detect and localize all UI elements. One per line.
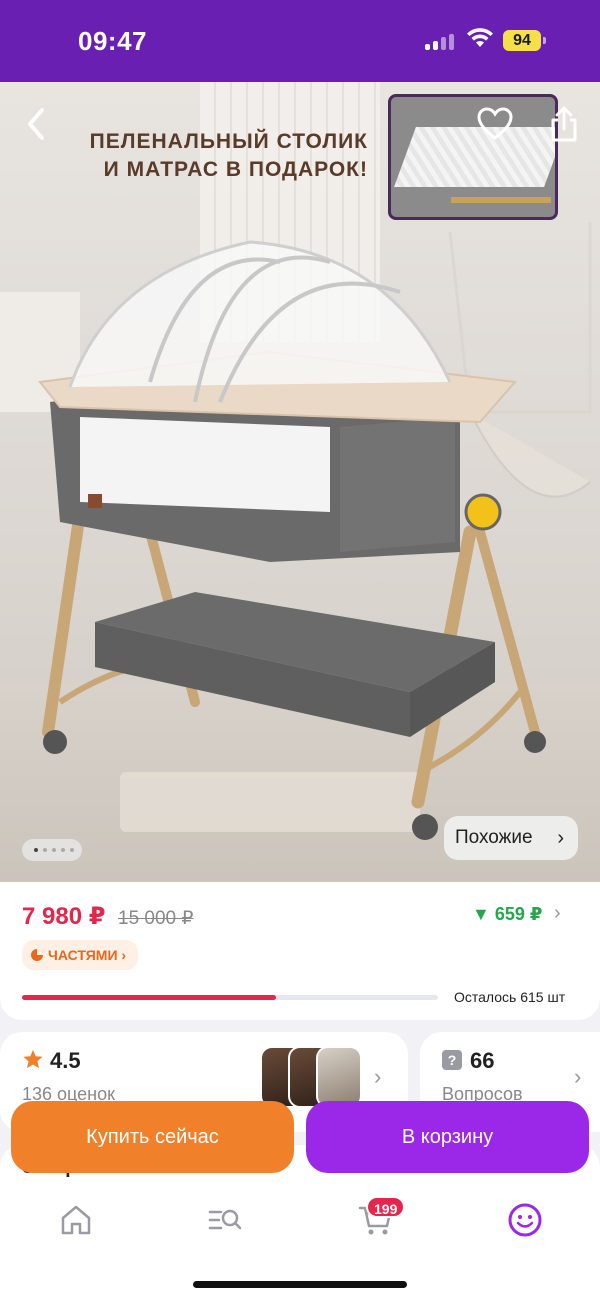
cellular-signal-icon [425,34,457,50]
status-bar: 09:47 94 [0,0,600,82]
promo-inset-image [388,94,558,220]
chevron-right-icon: › [574,1064,582,1089]
review-photos[interactable] [260,1046,364,1108]
chevron-right-icon: › [374,1064,382,1089]
installments-badge[interactable]: ЧАСТЯМИ › [22,940,139,970]
chevron-right-icon: › [557,827,564,849]
share-icon[interactable] [548,104,580,144]
old-price: 15 000 ₽ [118,908,194,929]
similar-products-button[interactable]: Похожие › [444,816,578,860]
stock-remaining: Осталось 615 шт [454,989,566,1005]
bottom-tab-bar: 199 [0,1184,600,1300]
cashback-amount[interactable]: ▼ 659 ₽ [472,904,542,925]
heart-icon[interactable] [476,106,514,142]
stock-progress-fill [22,995,276,1000]
questions-count: 66 [470,1048,495,1073]
back-icon[interactable] [20,104,52,144]
chevron-right-icon: › [121,947,127,963]
profile-icon[interactable] [505,1200,545,1240]
stock-progress-bar [22,995,438,1000]
catalog-search-icon[interactable] [205,1200,245,1240]
price-card: 7 980 ₽ 15 000 ₽ ▼ 659 ₽ › ЧАСТЯМИ › Ост… [0,882,600,1020]
promo-caption-line-1: ПЕЛЕНАЛЬНЫЙ СТОЛИК [89,130,368,153]
star-icon [23,1049,43,1069]
promo-caption: ПЕЛЕНАЛЬНЫЙ СТОЛИК И МАТРАС В ПОДАРОК! [78,128,368,184]
home-icon[interactable] [56,1200,96,1240]
home-indicator [193,1281,407,1288]
question-icon: ? [442,1050,462,1070]
buy-now-button[interactable]: Купить сейчас [11,1101,294,1173]
product-image-gallery[interactable]: ПЕЛЕНАЛЬНЫЙ СТОЛИК И МАТРАС В ПОДАРОК! П… [0,82,600,882]
wifi-icon [467,28,493,47]
chevron-right-icon[interactable]: › [554,902,561,925]
status-time: 09:47 [78,26,147,56]
cart-count-badge: 199 [366,1196,406,1218]
similar-products-label: Похожие [455,827,533,848]
add-to-cart-button[interactable]: В корзину [306,1101,589,1173]
review-photo[interactable] [316,1046,362,1108]
battery-indicator: 94 [503,30,546,51]
pie-chart-icon [31,949,43,961]
inset-bar [451,197,551,203]
current-price: 7 980 ₽ [22,903,106,930]
promo-caption-line-2: И МАТРАС В ПОДАРОК! [103,158,368,181]
image-pagination [22,839,82,861]
installments-label: ЧАСТЯМИ [48,947,118,963]
rating-value: 4.5 [50,1048,81,1073]
